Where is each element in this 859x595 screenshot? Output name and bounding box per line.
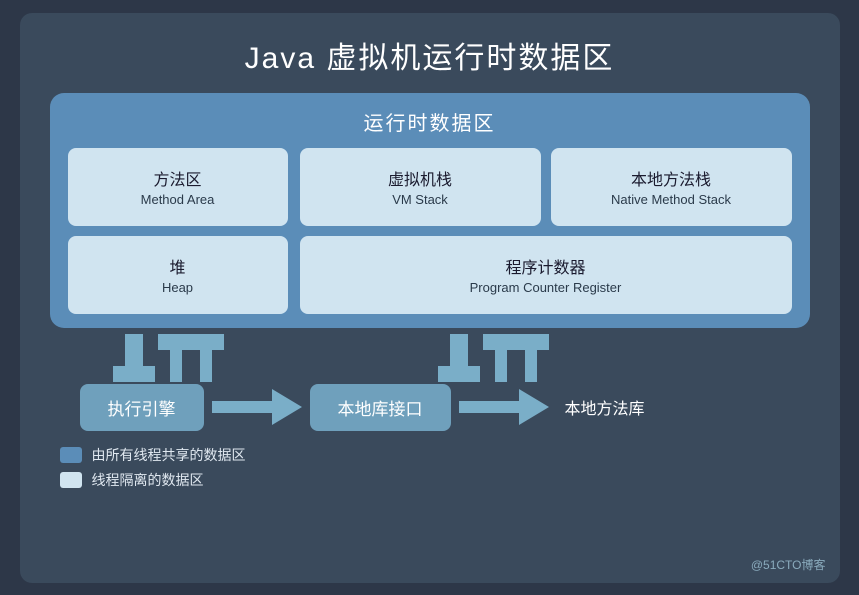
right-column: 虚拟机栈 VM Stack 本地方法栈 Native Method Stack … (300, 148, 792, 314)
legend-shared-text: 由所有线程共享的数据区 (92, 445, 246, 465)
counter-en: Program Counter Register (470, 280, 622, 295)
native-stack-cn: 本地方法栈 (631, 166, 711, 190)
right-top-row: 虚拟机栈 VM Stack 本地方法栈 Native Method Stack (300, 148, 792, 226)
arrow-down-left (113, 334, 155, 382)
execution-engine-label: 执行引擎 (108, 400, 176, 419)
runtime-box: 运行时数据区 方法区 Method Area 堆 Heap 虚拟机栈 VM St (50, 93, 810, 328)
runtime-inner: 方法区 Method Area 堆 Heap 虚拟机栈 VM Stack 本地方… (68, 148, 792, 314)
arrow-down-right (438, 334, 480, 382)
native-interface-label: 本地库接口 (338, 400, 423, 419)
vm-stack-cn: 虚拟机栈 (388, 166, 452, 190)
arrows-container (50, 332, 810, 382)
runtime-title: 运行时数据区 (364, 107, 496, 136)
arrow-up-right-2 (513, 334, 549, 382)
legend-isolated-text: 线程隔离的数据区 (92, 470, 204, 490)
watermark: @51CTO博客 (751, 556, 826, 573)
horiz-arrow-1 (212, 385, 302, 429)
heap-cell: 堆 Heap (68, 236, 288, 314)
native-interface-node: 本地库接口 (310, 384, 451, 431)
method-area-cell: 方法区 Method Area (68, 148, 288, 226)
counter-cell: 程序计数器 Program Counter Register (300, 236, 792, 314)
left-column: 方法区 Method Area 堆 Heap (68, 148, 288, 314)
arrows-svg (50, 332, 810, 384)
legend: 由所有线程共享的数据区 线程隔离的数据区 (50, 445, 810, 490)
native-library-label: 本地方法库 (565, 395, 645, 419)
legend-item-isolated: 线程隔离的数据区 (60, 470, 810, 490)
arrow-up-left-2 (188, 334, 224, 382)
legend-box-isolated (60, 472, 82, 488)
execution-engine-node: 执行引擎 (80, 384, 204, 431)
legend-box-shared (60, 447, 82, 463)
vm-stack-cell: 虚拟机栈 VM Stack (300, 148, 541, 226)
legend-item-shared: 由所有线程共享的数据区 (60, 445, 810, 465)
method-area-en: Method Area (141, 192, 215, 207)
diagram-container: Java 虚拟机运行时数据区 运行时数据区 方法区 Method Area 堆 … (20, 13, 840, 583)
heap-cn: 堆 (169, 254, 185, 278)
bottom-row: 执行引擎 本地库接口 本地方法库 (50, 384, 810, 431)
method-area-cn: 方法区 (153, 166, 201, 190)
main-title: Java 虚拟机运行时数据区 (245, 33, 615, 77)
heap-en: Heap (162, 280, 193, 295)
native-stack-cell: 本地方法栈 Native Method Stack (551, 148, 792, 226)
horiz-arrow-2 (459, 385, 549, 429)
native-stack-en: Native Method Stack (611, 192, 731, 207)
counter-cn: 程序计数器 (505, 254, 585, 278)
vm-stack-en: VM Stack (392, 192, 448, 207)
